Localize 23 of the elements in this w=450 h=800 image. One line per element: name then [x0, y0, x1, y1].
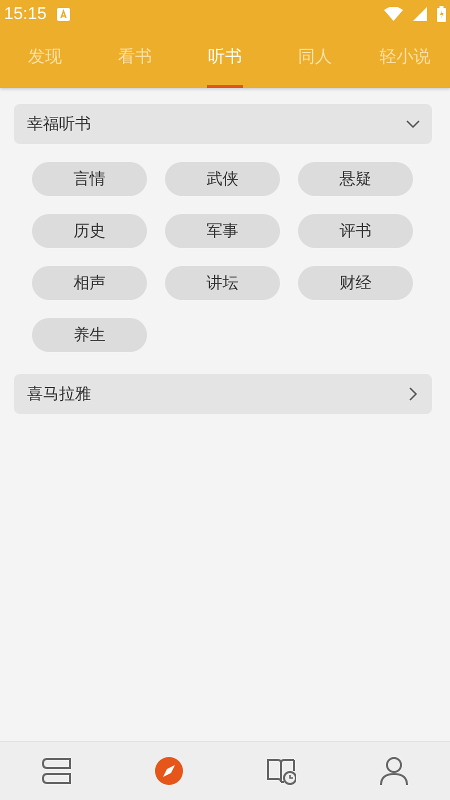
section-title: 幸福听书	[27, 114, 91, 134]
category-chip[interactable]: 军事	[165, 214, 280, 248]
category-chip[interactable]: 讲坛	[165, 266, 280, 300]
section-header[interactable]: 幸福听书	[14, 104, 432, 144]
battery-icon	[437, 6, 446, 22]
category-chip[interactable]: 言情	[32, 162, 147, 196]
person-icon[interactable]	[378, 756, 409, 786]
wifi-icon	[384, 7, 403, 21]
category-chip[interactable]: 评书	[298, 214, 413, 248]
status-time: 15:15	[4, 4, 47, 24]
category-chip[interactable]: 悬疑	[298, 162, 413, 196]
category-chip[interactable]: 养生	[32, 318, 147, 352]
section-title: 喜马拉雅	[27, 384, 91, 404]
signal-icon	[413, 7, 427, 21]
book-clock-icon[interactable]	[266, 756, 296, 786]
category-chip[interactable]: 财经	[298, 266, 413, 300]
category-chip[interactable]: 相声	[32, 266, 147, 300]
category-chip[interactable]: 历史	[32, 214, 147, 248]
category-chip[interactable]: 武侠	[165, 162, 280, 196]
notification-icon	[56, 8, 70, 20]
section-header[interactable]: 喜马拉雅	[14, 374, 432, 414]
compass-icon[interactable]	[154, 756, 184, 786]
bookshelf-icon[interactable]	[41, 756, 72, 786]
